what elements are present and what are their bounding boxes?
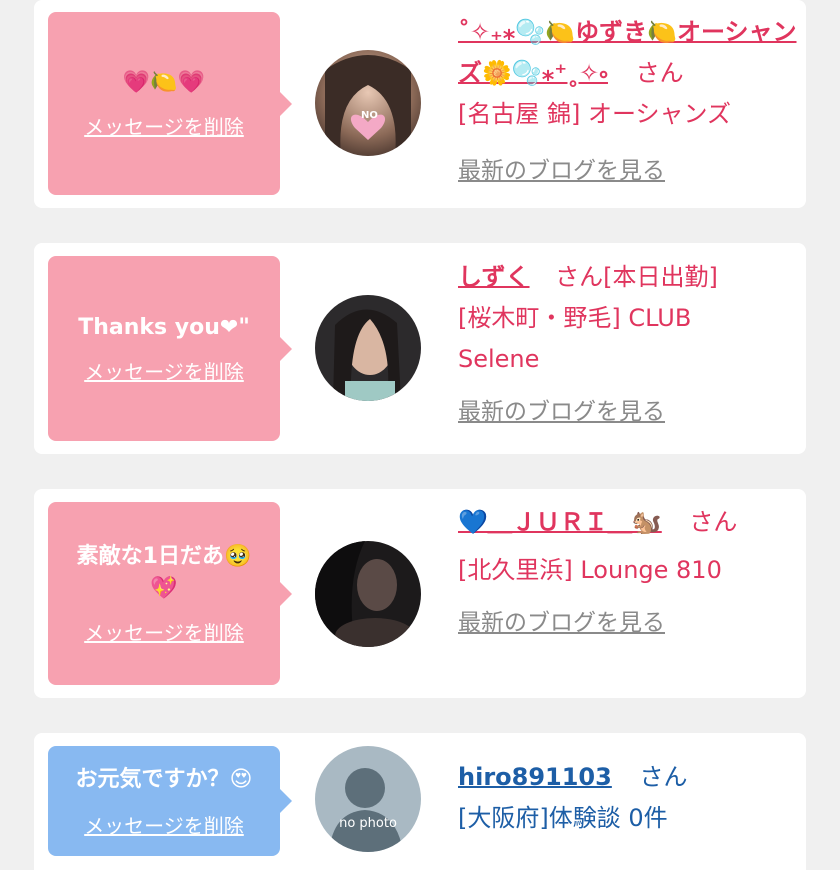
review-count: [大阪府]体験談 0件	[458, 804, 668, 832]
message-text-emoji: 💖	[150, 576, 178, 601]
no-photo-label: no photo	[339, 816, 397, 831]
profile-info: hiro891103 さん [大阪府]体験談 0件	[458, 757, 798, 839]
profile-info: ˚✧₊⁎🫧🍋ゆずき🍋オーシャンズ🌼🫧⁎⁺˳✧༚ さん [名古屋 錦] オーシャン…	[458, 12, 798, 185]
delete-message-link[interactable]: メッセージを削除	[84, 356, 244, 385]
shop-location: [桜木町・野毛] CLUB	[458, 304, 692, 332]
latest-blog-link[interactable]: 最新のブログを見る	[458, 603, 798, 637]
message-bubble: 💗🍋💗 メッセージを削除	[48, 12, 292, 195]
delete-message-link[interactable]: メッセージを削除	[84, 810, 244, 839]
latest-blog-link[interactable]: 最新のブログを見る	[458, 392, 798, 426]
honorific: さん	[639, 763, 688, 791]
profile-info: 💙＿ＪＵＲＩ＿🐿️ さん [北久里浜] Lounge 810 最新のブログを見る	[458, 503, 798, 637]
avatar[interactable]	[315, 541, 421, 647]
profile-name-link[interactable]: hiro891103	[458, 763, 612, 791]
shop-location: [北久里浜] Lounge 810	[458, 556, 722, 584]
message-text: お元気ですか？😍	[75, 766, 253, 792]
honorific: さん	[689, 508, 738, 536]
profile-name-link[interactable]: しずく	[458, 263, 530, 291]
shop-name: Selene	[458, 345, 540, 373]
message-text: 💗🍋💗	[122, 70, 206, 95]
honorific: さん	[635, 59, 684, 87]
message-bubble: 素敵な1日だあ🥹 💖 メッセージを削除	[48, 502, 292, 685]
avatar[interactable]	[315, 295, 421, 401]
message-bubble: Thanks you❤" メッセージを削除	[48, 256, 292, 441]
avatar[interactable]: NO	[315, 50, 421, 156]
profile-info: しずく さん[本日出勤] [桜木町・野毛] CLUB Selene 最新のブログ…	[458, 257, 798, 426]
avatar-photo	[315, 295, 421, 401]
honorific: さん[本日出勤]	[555, 263, 718, 291]
no-photo-icon	[315, 746, 421, 852]
profile-name-link[interactable]: 💙＿ＪＵＲＩ＿🐿️	[458, 508, 662, 536]
avatar-photo	[315, 541, 421, 647]
delete-message-link[interactable]: メッセージを削除	[84, 617, 244, 646]
latest-blog-link[interactable]: 最新のブログを見る	[458, 151, 798, 185]
message-card: 💗🍋💗 メッセージを削除 NO ˚✧₊⁎🫧🍋ゆずき🍋オーシャンズ🌼🫧⁎⁺˳✧༚ …	[34, 0, 806, 208]
shop-location: [名古屋 錦] オーシャンズ	[458, 100, 732, 128]
avatar-photo	[315, 50, 421, 156]
avatar-badge: NO	[361, 110, 378, 121]
message-card: 素敵な1日だあ🥹 💖 メッセージを削除 💙＿ＪＵＲＩ＿🐿️ さん [北久里浜] …	[34, 489, 806, 698]
message-bubble: お元気ですか？😍 メッセージを削除	[48, 746, 292, 856]
message-text: Thanks you❤"	[78, 315, 250, 340]
delete-message-link[interactable]: メッセージを削除	[84, 111, 244, 140]
message-card: お元気ですか？😍 メッセージを削除 no photo hiro891103 さん…	[34, 733, 806, 870]
avatar[interactable]: no photo	[315, 746, 421, 852]
profile-name-link[interactable]: ˚✧₊⁎🫧🍋ゆずき🍋オーシャンズ🌼🫧⁎⁺˳✧༚	[458, 18, 797, 87]
message-text: 素敵な1日だあ🥹	[76, 544, 252, 569]
message-card: Thanks you❤" メッセージを削除 しずく さん[本日出勤] [桜木町・…	[34, 243, 806, 454]
